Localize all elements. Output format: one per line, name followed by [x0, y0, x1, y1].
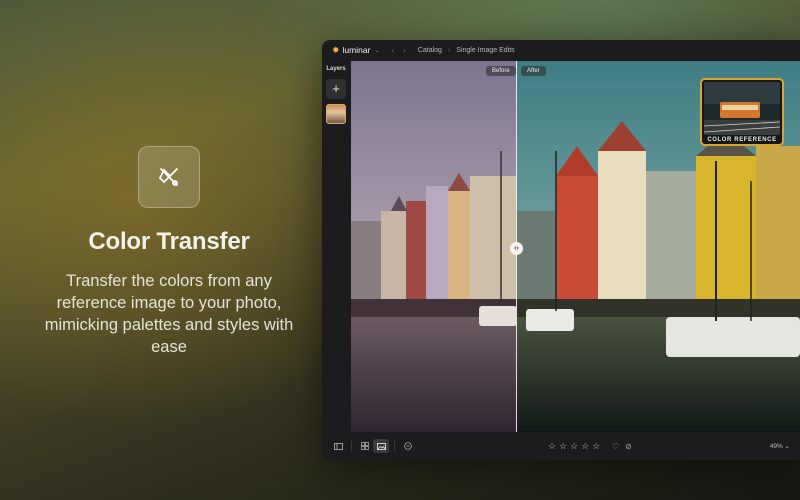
breadcrumb-single-image-edits[interactable]: Single Image Edits [456, 47, 514, 54]
forward-arrow-icon[interactable]: › [403, 46, 406, 55]
star-icon[interactable]: ☆ [592, 441, 600, 452]
star-icon[interactable]: ☆ [570, 441, 578, 452]
color-reference-card[interactable]: COLOR REFERENCE [700, 78, 784, 146]
zoom-level[interactable]: 49% ⌄ [770, 442, 790, 450]
breadcrumb: Catalog › Single Image Edits [418, 47, 515, 54]
add-layer-button[interactable]: + [326, 79, 346, 99]
star-icon[interactable]: ☆ [548, 441, 556, 452]
hero-description: Transfer the colors from any reference i… [44, 272, 294, 356]
reject-icon[interactable]: ⊘ [625, 442, 632, 451]
star-icon[interactable]: ☆ [559, 441, 567, 452]
info-icon[interactable] [400, 439, 416, 453]
color-transfer-icon [158, 168, 178, 186]
titlebar: ✸ luminar ⌄ ‹ › Catalog › Single Image E… [322, 40, 800, 60]
breadcrumb-catalog[interactable]: Catalog [418, 47, 442, 54]
before-label: Before [486, 66, 516, 76]
feature-hero: Color Transfer Transfer the colors from … [30, 146, 308, 358]
grid-view-icon[interactable] [357, 439, 373, 453]
chevron-down-icon: ⌄ [374, 47, 380, 54]
brand-name: luminar [342, 45, 371, 55]
bottom-toolbar: ☆ ☆ ☆ ☆ ☆ ♡ ⊘ 49% ⌄ [322, 436, 800, 456]
before-photo [351, 61, 517, 432]
sidebar-toggle-icon[interactable] [330, 439, 346, 453]
heart-icon[interactable]: ♡ [612, 442, 619, 451]
layers-panel: Layers + [322, 60, 350, 432]
toolbar-divider [394, 441, 395, 451]
back-arrow-icon[interactable]: ‹ [391, 46, 394, 55]
image-canvas[interactable]: ‹› Before After COLOR REFERENCE [351, 61, 800, 432]
layer-thumbnail[interactable] [326, 104, 346, 124]
layers-title: Layers [326, 66, 346, 72]
hero-title: Color Transfer [88, 228, 250, 255]
app-window: ✸ luminar ⌄ ‹ › Catalog › Single Image E… [322, 40, 800, 460]
brand-menu[interactable]: ✸ luminar ⌄ [332, 45, 379, 56]
color-reference-label: COLOR REFERENCE [707, 137, 777, 143]
reference-image [704, 82, 780, 135]
after-label: After [521, 66, 546, 76]
split-handle-icon[interactable]: ‹› [510, 242, 523, 255]
breadcrumb-separator: › [447, 46, 451, 54]
single-view-icon[interactable] [373, 439, 389, 453]
star-icon[interactable]: ☆ [581, 441, 589, 452]
toolbar-divider [351, 441, 352, 451]
star-rating[interactable]: ☆ ☆ ☆ ☆ ☆ [548, 441, 600, 452]
sun-logo-icon: ✸ [332, 44, 340, 55]
color-transfer-icon-tile [138, 146, 200, 208]
